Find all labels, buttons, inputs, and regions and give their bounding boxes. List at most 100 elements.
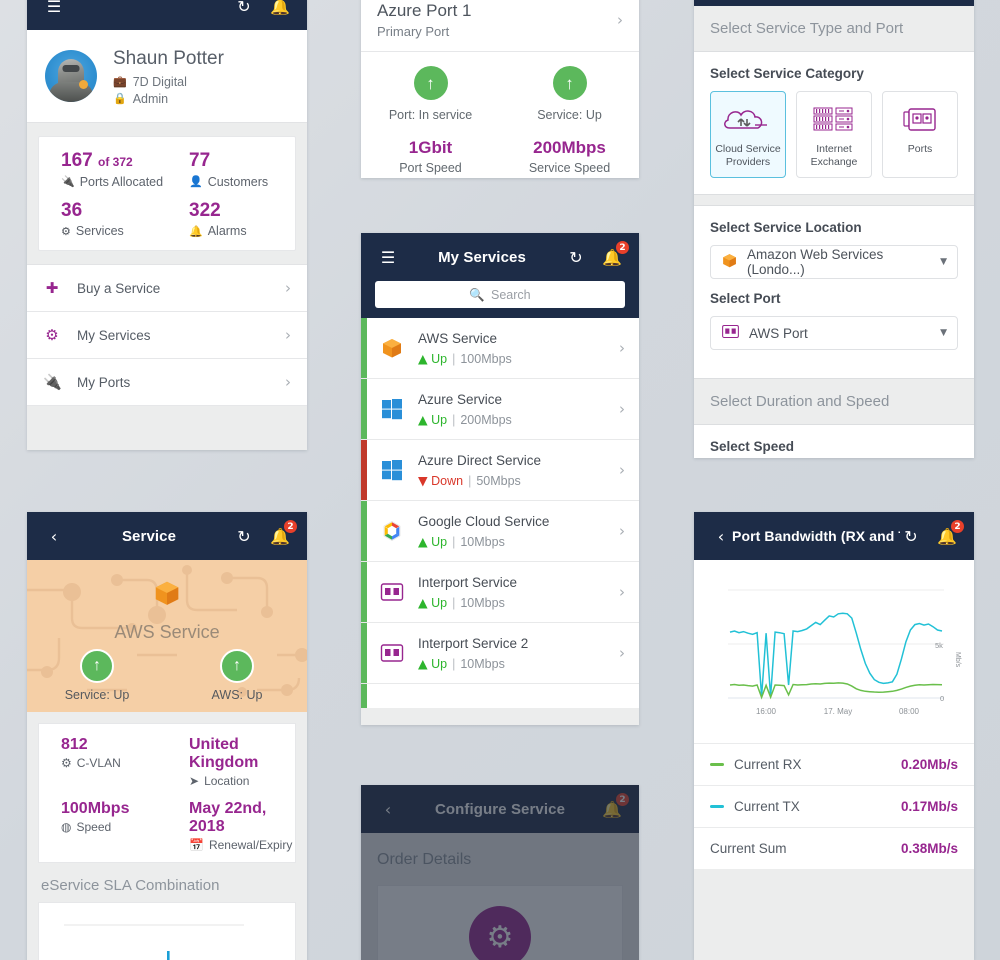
category-option-ports[interactable]: Ports bbox=[882, 91, 958, 179]
list-item[interactable]: Azure Direct Service ▼ Down | 50Mbps › bbox=[361, 440, 639, 501]
chevron-right-icon: › bbox=[285, 326, 291, 345]
list-item[interactable]: Azure Service ▲ Up | 200Mbps › bbox=[361, 379, 639, 440]
bell-icon[interactable]: 🔔 2 bbox=[269, 519, 298, 547]
legend-value: 0.20Mb/s bbox=[900, 757, 958, 772]
service-name: Google Cloud Service bbox=[418, 514, 550, 529]
search-input[interactable]: 🔍 Search bbox=[375, 281, 625, 308]
legend-label: Current TX bbox=[734, 799, 800, 814]
chevron-down-icon: ▼ bbox=[940, 328, 947, 339]
category-option-internet-exchange[interactable]: Internet Exchange bbox=[796, 91, 872, 179]
service-hero-name: AWS Service bbox=[114, 622, 220, 642]
list-item[interactable]: Google Cloud Service ▲ Up | 10Mbps › bbox=[361, 501, 639, 562]
status-bar bbox=[361, 440, 367, 500]
port-status-cell: ↑ Port: In service bbox=[361, 66, 500, 122]
service-speed-cell: 200Mbps Service Speed bbox=[528, 138, 611, 176]
windows-icon bbox=[379, 457, 405, 483]
port-status-grid: ↑ Port: In service ↑ Service: Up bbox=[361, 52, 639, 138]
service-details-card: 812 ⚙ C-VLAN United Kingdom ➤ Location 1… bbox=[38, 723, 296, 863]
port-summary-header[interactable]: Azure Port 1 Primary Port › bbox=[361, 0, 639, 53]
list-item[interactable]: Interport Service 2 ▲ Up | 10Mbps › bbox=[361, 623, 639, 684]
arrow-up-circle-icon: ▲ bbox=[418, 595, 428, 610]
port-speed-grid: 1Gbit Port Speed 200Mbps Service Speed bbox=[361, 138, 639, 178]
service-hero: AWS Service ↑ Service: Up ↑ AWS: Up bbox=[27, 560, 307, 712]
chevron-left-icon[interactable]: ‹ bbox=[710, 525, 732, 547]
service-status: ▲ Up | 10Mbps bbox=[418, 595, 505, 610]
bandwidth-navbar: ‹ Port Bandwidth (RX and T... ↻ 🔔 2 bbox=[694, 512, 974, 560]
refresh-icon[interactable]: ↻ bbox=[233, 525, 255, 547]
chevron-right-icon: › bbox=[619, 522, 625, 540]
my-services-panel: ☰ My Services ↻ 🔔 2 🔍 Search AWS Service… bbox=[361, 233, 639, 725]
legend-label: Current RX bbox=[734, 757, 802, 772]
user-icon: 👤 bbox=[189, 175, 203, 189]
menu-label: Buy a Service bbox=[77, 280, 161, 296]
location-select[interactable]: Amazon Web Services (Londo...) ▼ bbox=[710, 245, 958, 280]
port-summary-panel: Azure Port 1 Primary Port › ↑ Port: In s… bbox=[361, 0, 639, 178]
chevron-left-icon[interactable]: ‹ bbox=[377, 798, 399, 820]
bandwidth-nav-title: Port Bandwidth (RX and T... bbox=[732, 528, 900, 544]
category-label: Select Service Category bbox=[710, 66, 864, 81]
port-icon bbox=[721, 324, 740, 342]
section-title-service-type: Select Service Type and Port bbox=[694, 6, 974, 52]
menu-label: My Ports bbox=[77, 374, 131, 390]
port-select[interactable]: AWS Port ▼ bbox=[710, 316, 958, 351]
menu-item-my-services[interactable]: ⚙ My Services › bbox=[27, 312, 307, 360]
chevron-right-icon: › bbox=[285, 373, 291, 392]
service-status: ▲ Up | 100Mbps bbox=[418, 351, 512, 366]
port-icon bbox=[379, 579, 405, 605]
service-nav-title: Service bbox=[121, 527, 177, 545]
svg-text:17. May: 17. May bbox=[824, 707, 852, 716]
hamburger-icon[interactable]: ☰ bbox=[377, 246, 399, 268]
list-item[interactable]: Interport Service ▲ Up | 10Mbps › bbox=[361, 562, 639, 623]
dashboard-navbar: ☰ ↻ 🔔 bbox=[27, 0, 307, 30]
briefcase-icon: 💼 bbox=[113, 75, 127, 89]
menu-item-my-ports[interactable]: 🔌 My Ports › bbox=[27, 359, 307, 407]
search-placeholder: Search bbox=[490, 287, 531, 302]
chevron-right-icon: › bbox=[617, 10, 623, 29]
bell-icon[interactable]: 🔔 2 bbox=[601, 792, 630, 820]
bell-icon[interactable]: 🔔 bbox=[269, 0, 291, 17]
search-icon: 🔍 bbox=[469, 286, 485, 302]
service-category-panel: Select Service Category Cloud Service Pr… bbox=[694, 52, 974, 195]
panel-gap bbox=[694, 194, 974, 207]
category-option-cloud-service-providers[interactable]: Cloud Service Providers bbox=[710, 91, 786, 179]
location-value: Amazon Web Services (Londo...) bbox=[747, 247, 884, 278]
hamburger-icon[interactable]: ☰ bbox=[43, 0, 65, 17]
refresh-icon[interactable]: ↻ bbox=[233, 0, 255, 17]
order-details-card: ⚙ bbox=[377, 885, 623, 960]
port-label: Select Port bbox=[710, 291, 781, 307]
legend-color-swatch bbox=[710, 805, 724, 808]
bandwidth-chart-svg: 5k 0 Mb/s 16:00 17. May 08:00 bbox=[728, 589, 961, 716]
bell-icon: 🔔 bbox=[189, 224, 203, 238]
port-subtitle: Primary Port bbox=[377, 24, 450, 40]
port-title: Azure Port 1 bbox=[377, 1, 472, 20]
refresh-icon[interactable]: ↻ bbox=[565, 246, 587, 268]
notification-badge: 2 bbox=[615, 792, 630, 807]
search-bar: 🔍 Search bbox=[361, 281, 639, 318]
bell-icon[interactable]: 🔔 2 bbox=[601, 240, 630, 268]
chevron-right-icon: › bbox=[619, 339, 625, 357]
screenshot-canvas: ☰ ↻ 🔔 Shaun Potter 💼 7D Digital 🔒 Admin bbox=[0, 0, 1000, 960]
configure-navbar: ‹ Configure Service 🔔 2 bbox=[361, 785, 639, 833]
refresh-icon[interactable]: ↻ bbox=[900, 525, 922, 547]
chevron-right-icon: › bbox=[619, 461, 625, 479]
status-bar bbox=[361, 684, 367, 708]
aws-cube-icon bbox=[721, 252, 738, 272]
cogs-icon: ⚙ bbox=[61, 756, 72, 770]
chevron-left-icon[interactable]: ‹ bbox=[43, 525, 65, 547]
arrow-down-circle-icon: ▼ bbox=[418, 473, 428, 488]
sla-title: eService SLA Combination bbox=[41, 877, 220, 894]
arrow-up-icon: ↑ bbox=[80, 649, 114, 683]
bell-icon[interactable]: 🔔 2 bbox=[936, 519, 965, 547]
list-item[interactable]: AWS Service ▲ Up | 100Mbps › bbox=[361, 318, 639, 379]
cogs-icon: ⚙ bbox=[61, 224, 71, 238]
menu-item-buy-a-service[interactable]: ✚ Buy a Service › bbox=[27, 265, 307, 313]
service-name: AWS Service bbox=[418, 331, 498, 346]
arrow-up-circle-icon: ▲ bbox=[418, 656, 428, 671]
legend-value: 0.38Mb/s bbox=[900, 841, 958, 856]
status-bar bbox=[361, 501, 367, 561]
legend-value: 0.17Mb/s bbox=[900, 799, 958, 814]
service-name: Azure Direct Service bbox=[418, 453, 542, 468]
calendar-icon: 📅 bbox=[189, 838, 204, 852]
notification-badge: 2 bbox=[283, 519, 298, 534]
rack-icon bbox=[801, 101, 867, 139]
